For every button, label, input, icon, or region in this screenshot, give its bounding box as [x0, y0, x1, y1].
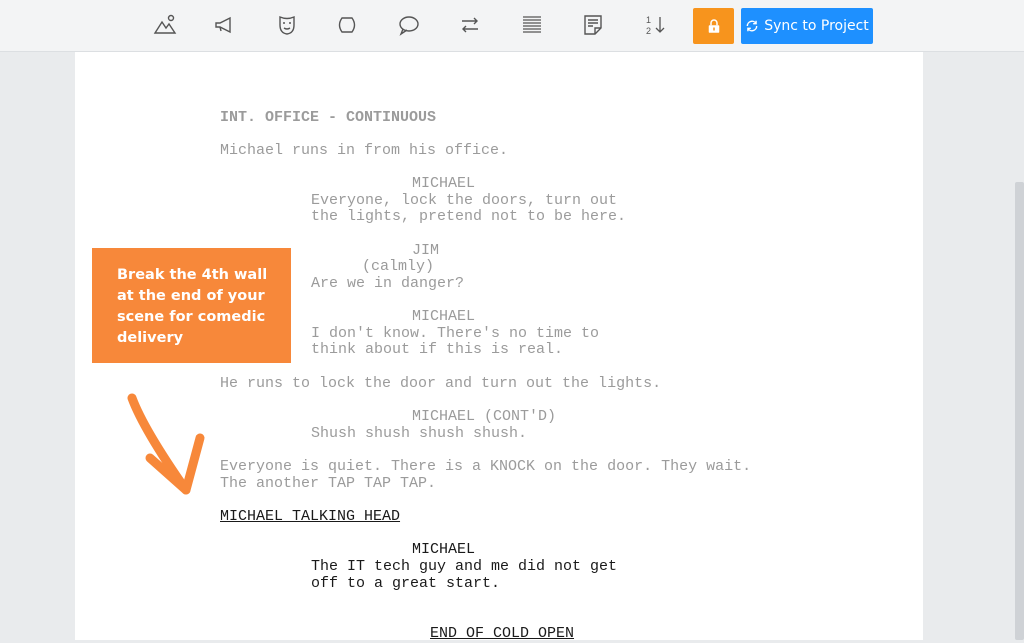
toolbar: 1 2 Sync to Project [0, 0, 1024, 52]
character-name: MICHAEL [412, 308, 476, 325]
dialogue-line: think about if this is real. [311, 341, 564, 358]
megaphone-icon[interactable] [208, 10, 242, 40]
tip-callout: Break the 4th wall at the end of your sc… [92, 248, 291, 363]
action-line: Everyone is quiet. There is a KNOCK on t… [220, 458, 752, 475]
note-icon[interactable] [576, 10, 610, 40]
dialogue-line: the lights, pretend not to be here. [311, 208, 627, 225]
lock-icon [708, 19, 719, 33]
swap-arrows-icon[interactable] [453, 10, 487, 40]
lock-button[interactable] [693, 8, 734, 44]
svg-text:2: 2 [646, 26, 651, 36]
mask-icon[interactable] [270, 10, 304, 40]
character-name: MICHAEL [412, 175, 476, 192]
action-line: Michael runs in from his office. [220, 142, 509, 159]
speech-bubble-icon[interactable] [392, 10, 426, 40]
character-name: MICHAEL [412, 541, 476, 558]
character-name: MICHAEL (CONT'D) [412, 408, 557, 425]
scrollbar[interactable] [1015, 182, 1024, 640]
sort-numeric-icon[interactable]: 1 2 [638, 10, 672, 40]
end-of-cold-open: END OF COLD OPEN [430, 625, 575, 642]
tip-callout-text: Break the 4th wall at the end of your sc… [117, 267, 268, 346]
arrow-icon [127, 393, 205, 495]
talking-head-heading: MICHAEL TALKING HEAD [220, 508, 401, 525]
action-line: He runs to lock the door and turn out th… [220, 375, 662, 392]
oval-icon[interactable] [330, 10, 364, 40]
action-line: The another TAP TAP TAP. [220, 475, 437, 492]
dialogue-line: Shush shush shush shush. [311, 425, 528, 442]
svg-text:1: 1 [646, 15, 651, 25]
scene-image-icon[interactable] [148, 10, 182, 40]
sync-label: Sync to Project [764, 18, 869, 34]
sync-to-project-button[interactable]: Sync to Project [741, 8, 873, 44]
dialogue-line: The IT tech guy and me did not get [311, 558, 618, 575]
scene-heading: INT. OFFICE - CONTINUOUS [220, 109, 437, 126]
parenthetical: (calmly) [362, 258, 435, 275]
lines-icon[interactable] [515, 10, 549, 40]
sync-icon [746, 20, 758, 32]
dialogue-line: off to a great start. [311, 575, 501, 592]
dialogue-line: Are we in danger? [311, 275, 465, 292]
